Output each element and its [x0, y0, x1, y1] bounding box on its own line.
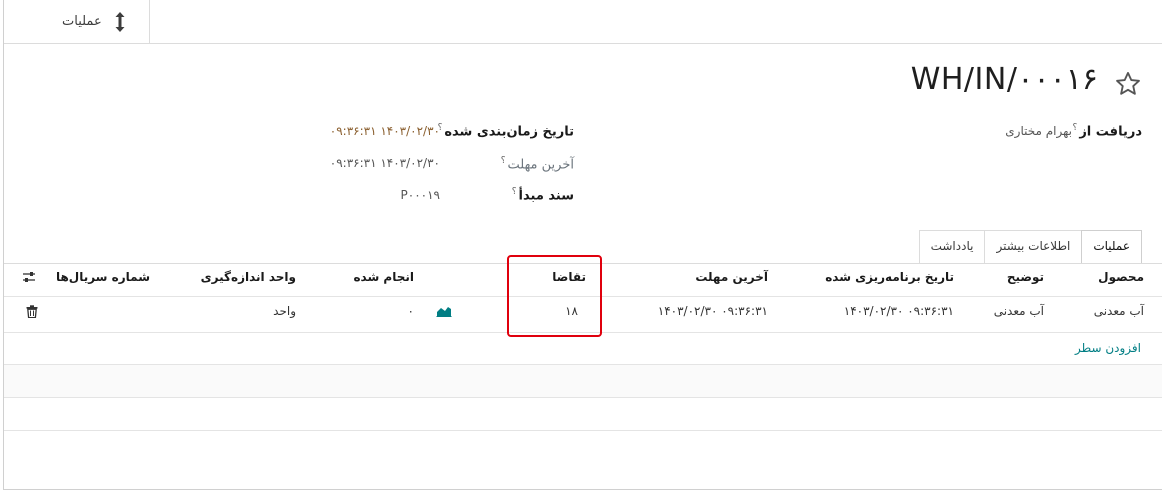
deadline-label: آخرین مهلت؟ [500, 156, 574, 173]
deadline-value[interactable]: ۰۹:۳۶:۳۱ ۱۴۰۳/۰۲/۳۰ [330, 156, 440, 170]
notebook-tabs: عملیات اطلاعات بیشتر یادداشت [918, 230, 1142, 264]
form-view: عملیات WH/IN/۰۰۰۱۶ دریافت از؟ بهرام مختا… [3, 0, 1162, 490]
favorite-star-icon[interactable] [1114, 70, 1142, 98]
help-icon[interactable]: ؟ [1073, 123, 1078, 133]
record-title: WH/IN/۰۰۰۱۶ [910, 62, 1098, 97]
column-unit-of-measure[interactable]: واحد اندازه‌گیری [201, 270, 296, 284]
scheduled-date-value[interactable]: ۰۹:۳۶:۳۱ ۱۴۰۳/۰۲/۳۰ [330, 124, 440, 138]
tab-additional-info[interactable]: اطلاعات بیشتر [984, 230, 1083, 263]
table-bottom-border [4, 430, 1162, 431]
column-serial-numbers[interactable]: شماره سریال‌ها [56, 270, 150, 284]
cell-description[interactable]: آب معدنی [994, 304, 1044, 318]
source-document-value[interactable]: P۰۰۰۱۹ [401, 188, 440, 202]
vertical-arrows-icon [115, 12, 125, 32]
row-divider [4, 332, 1162, 333]
cell-scheduled-date[interactable]: ۰۹:۳۶:۳۱ ۱۴۰۳/۰۲/۳۰ [844, 304, 954, 318]
column-deadline[interactable]: آخرین مهلت [695, 270, 768, 284]
cell-deadline[interactable]: ۰۹:۳۶:۳۱ ۱۴۰۳/۰۲/۳۰ [658, 304, 768, 318]
tab-divider [4, 263, 1162, 264]
optional-columns-icon[interactable] [22, 271, 36, 284]
source-document-label: سند مبدأ؟ [511, 187, 574, 204]
help-icon[interactable]: ؟ [501, 156, 506, 166]
tab-operations[interactable]: عملیات [1081, 230, 1142, 264]
operations-stat-label: عملیات [62, 14, 102, 29]
add-line-link[interactable]: افزودن سطر [1075, 341, 1141, 355]
cell-quantity-done[interactable]: ۰ [408, 304, 414, 318]
header-divider [4, 296, 1162, 297]
receive-from-value[interactable]: بهرام مختاری [1005, 124, 1072, 138]
cell-product[interactable]: آب معدنی [1094, 304, 1144, 318]
forecast-chart-icon[interactable] [436, 305, 452, 317]
cell-unit-of-measure[interactable]: واحد [273, 304, 296, 318]
operations-stat-button[interactable]: عملیات [4, 0, 150, 43]
empty-row [4, 364, 1162, 397]
column-quantity-done[interactable]: انجام شده [353, 270, 414, 284]
scheduled-date-label: تاریخ زمان‌بندی شده؟ [437, 123, 574, 140]
trash-icon[interactable] [26, 305, 38, 318]
cell-demand[interactable]: ۱۸ [565, 304, 578, 318]
column-description[interactable]: توضیح [1007, 270, 1044, 284]
column-product[interactable]: محصول [1098, 270, 1144, 284]
receive-from-label: دریافت از؟ [1072, 123, 1142, 140]
help-icon[interactable]: ؟ [512, 187, 517, 197]
row-divider [4, 397, 1162, 398]
column-demand[interactable]: تقاضا [552, 270, 586, 284]
column-scheduled-date[interactable]: تاریخ برنامه‌ریزی شده [825, 270, 954, 284]
button-box: عملیات [4, 0, 1162, 44]
tab-note[interactable]: یادداشت [918, 230, 986, 263]
